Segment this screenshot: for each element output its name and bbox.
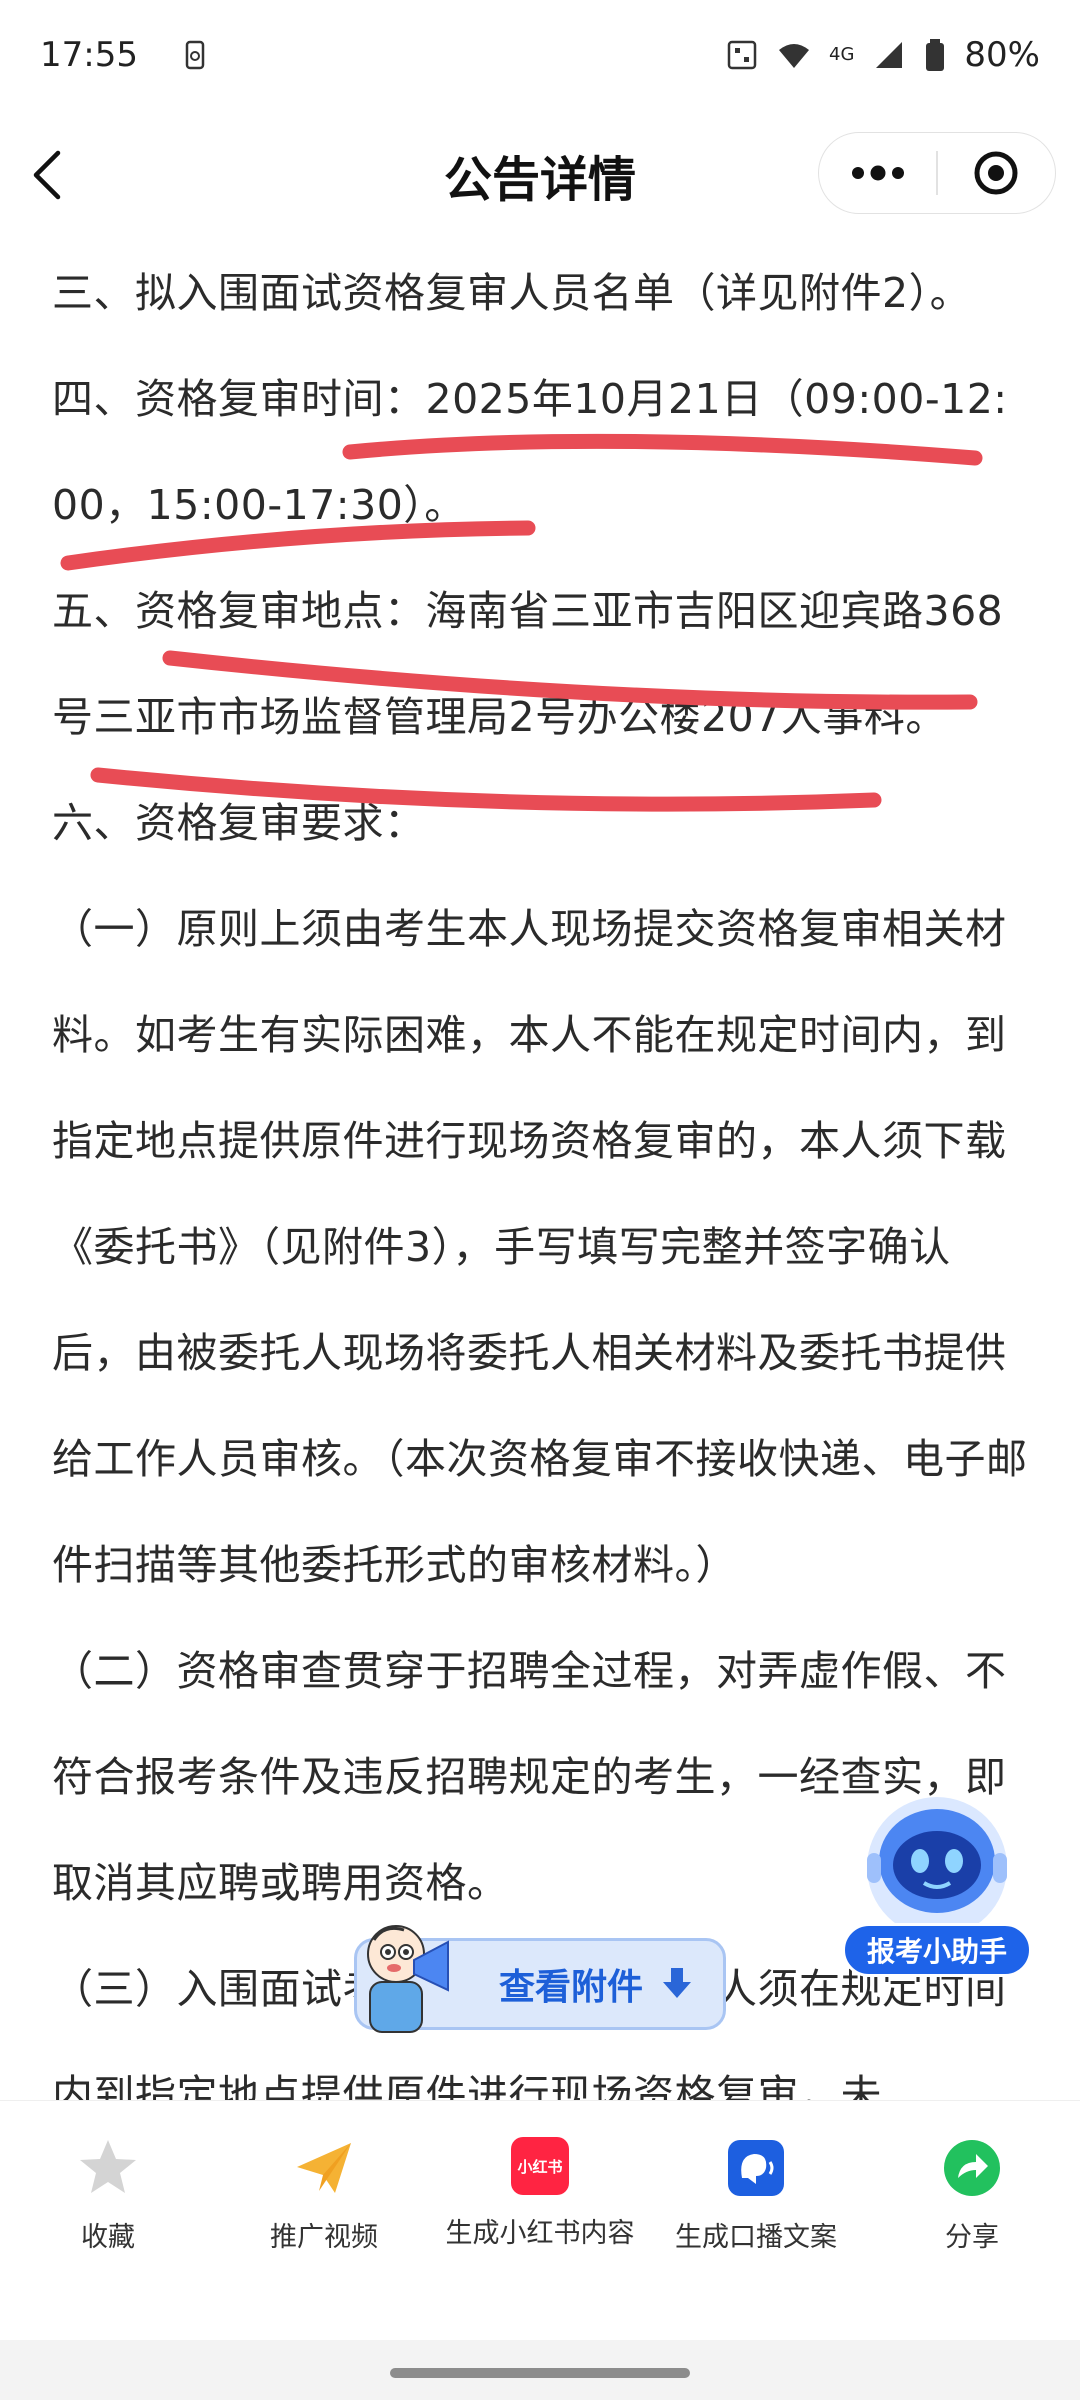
voice-speaker-icon bbox=[728, 2140, 784, 2196]
article-paragraph: （一）原则上须由考生本人现场提交资格复审相关材料。如考生有实际困难，本人不能在规… bbox=[52, 905, 1028, 1589]
battery-icon bbox=[926, 39, 945, 71]
more-dots-icon bbox=[851, 165, 904, 181]
status-bar: 17:55 4G 80% bbox=[0, 0, 1080, 110]
article-paragraph: 四、资格复审时间：2025年10月21日（09:00-12:00，15:00-1… bbox=[52, 375, 1008, 529]
voice-script-button[interactable]: 生成口播文案 bbox=[648, 2137, 864, 2254]
paper-plane-icon bbox=[297, 2143, 351, 2193]
wifi-icon bbox=[779, 44, 810, 68]
network-label: 4G bbox=[829, 44, 855, 65]
tool-label: 推广视频 bbox=[270, 2222, 378, 2253]
share-button[interactable]: 分享 bbox=[864, 2137, 1080, 2254]
megaphone-mascot-icon bbox=[367, 1925, 449, 2033]
target-icon bbox=[974, 151, 1018, 195]
attachment-label: 查看附件 bbox=[498, 1967, 643, 2008]
download-arrow-icon bbox=[663, 1968, 691, 1998]
signal-icon bbox=[876, 42, 903, 68]
article-paragraph: 五、资格复审地点：海南省三亚市吉阳区迎宾路368号三亚市市场监督管理局2号办公楼… bbox=[52, 587, 1004, 741]
assistant-label: 报考小助手 bbox=[842, 1923, 1032, 1977]
xiaohongshu-button[interactable]: 小红书 生成小红书内容 bbox=[432, 2137, 648, 2250]
tool-label: 分享 bbox=[945, 2222, 999, 2253]
bottom-toolbar: 收藏 推广视频 小红书 生成小红书内容 生成口播文案 分享 bbox=[0, 2100, 1080, 2340]
mini-program-capsule bbox=[818, 132, 1056, 214]
assistant-button[interactable]: 报考小助手 bbox=[842, 1795, 1032, 1985]
favorite-button[interactable]: 收藏 bbox=[0, 2137, 216, 2254]
more-button[interactable] bbox=[819, 133, 936, 213]
back-arrow-icon[interactable] bbox=[20, 145, 80, 205]
status-time: 17:55 bbox=[40, 35, 138, 75]
phone-sync-icon bbox=[185, 40, 205, 70]
home-indicator[interactable] bbox=[390, 2368, 690, 2378]
nav-bar: 公告详情 bbox=[0, 110, 1080, 240]
share-icon bbox=[944, 2140, 1000, 2196]
promo-video-button[interactable]: 推广视频 bbox=[216, 2137, 432, 2254]
tool-label: 生成口播文案 bbox=[675, 2222, 837, 2253]
tool-label: 生成小红书内容 bbox=[445, 2218, 635, 2249]
battery-level: 80% bbox=[964, 35, 1040, 75]
nfc-icon bbox=[727, 40, 757, 70]
xiaohongshu-badge: 小红书 bbox=[517, 2157, 563, 2176]
page-title: 公告详情 bbox=[443, 152, 636, 208]
article-paragraph: 三、拟入围面试资格复审人员名单（详见附件2）。 bbox=[52, 269, 972, 317]
close-miniprogram-button[interactable] bbox=[938, 133, 1055, 213]
tool-label: 收藏 bbox=[81, 2222, 135, 2253]
xiaohongshu-icon: 小红书 bbox=[511, 2137, 569, 2195]
star-icon bbox=[80, 2140, 136, 2193]
article-paragraph: 六、资格复审要求： bbox=[52, 799, 426, 847]
